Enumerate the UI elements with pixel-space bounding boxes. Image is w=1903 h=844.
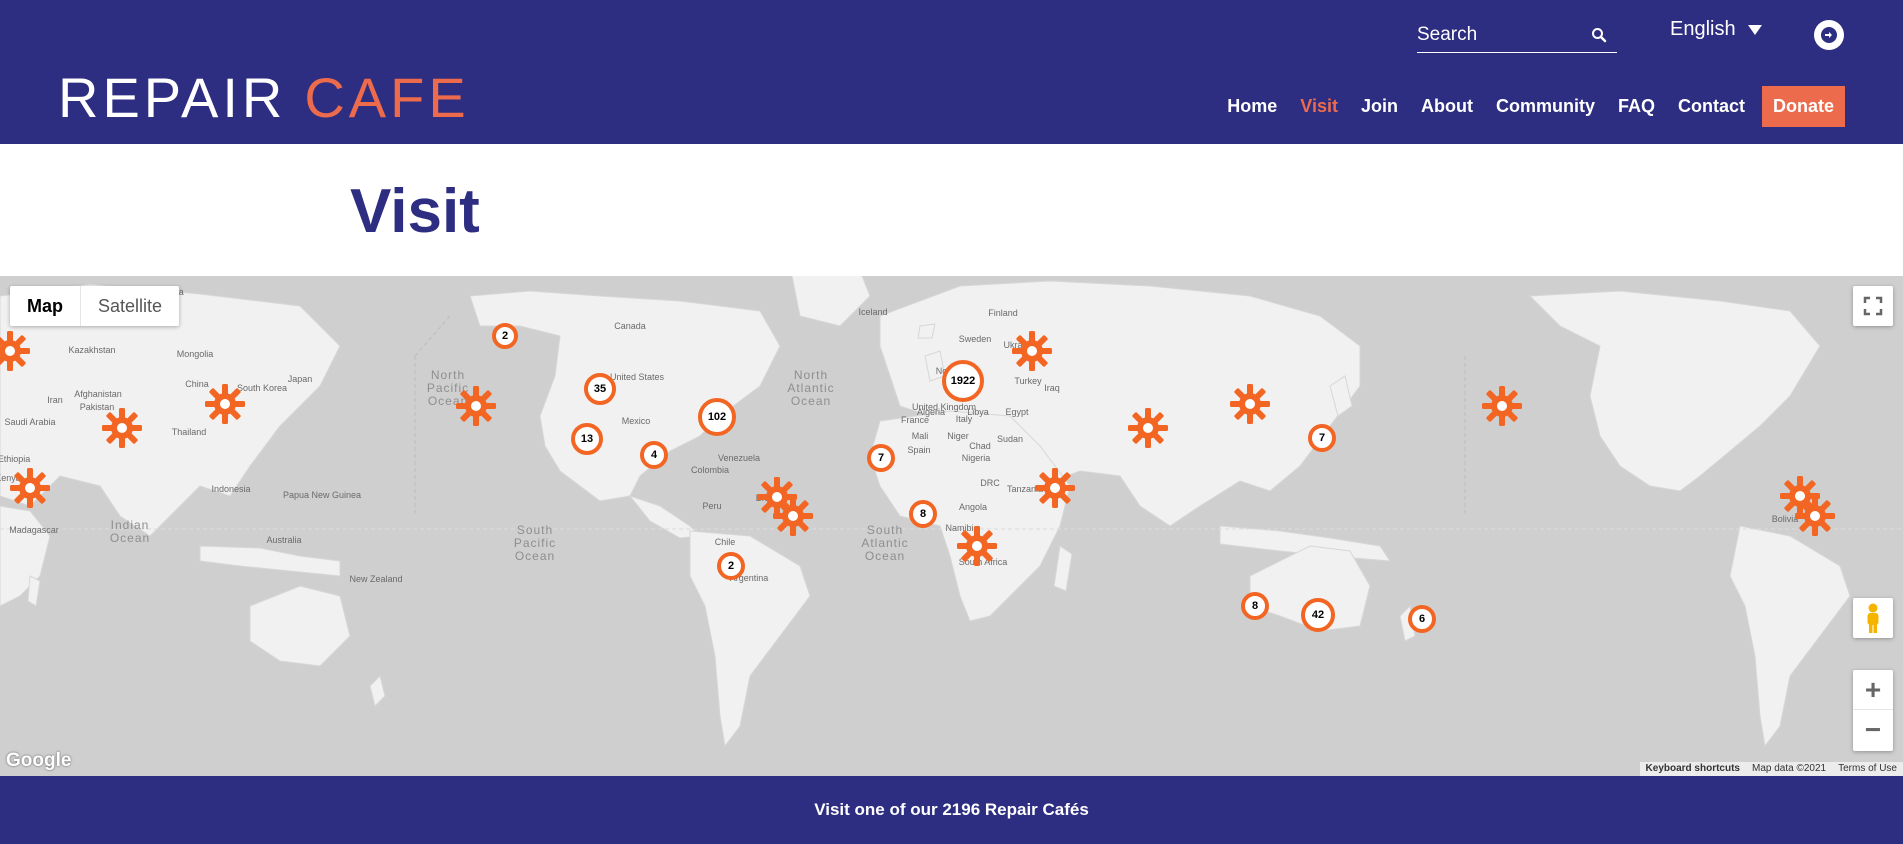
nav-home[interactable]: Home <box>1227 96 1277 117</box>
nav-about[interactable]: About <box>1421 96 1473 117</box>
repair-cafe-marker-icon[interactable] <box>1010 329 1054 373</box>
nav-contact[interactable]: Contact <box>1678 96 1745 117</box>
repair-cafe-marker-icon[interactable] <box>1033 466 1077 510</box>
repair-cafe-marker-icon[interactable] <box>0 329 32 373</box>
pegman-icon <box>1867 603 1879 633</box>
donate-button[interactable]: Donate <box>1761 86 1845 127</box>
search-icon[interactable] <box>1591 27 1607 43</box>
repair-cafe-marker-icon[interactable] <box>1126 406 1170 450</box>
cluster-marker[interactable]: 7 <box>1308 424 1336 452</box>
repair-cafe-map[interactable]: RussiaKazakhstanMongoliaChinaSouth Korea… <box>0 276 1903 776</box>
page-title: Visit <box>350 177 480 246</box>
map-type-control: Map Satellite <box>10 286 180 326</box>
login-button[interactable] <box>1814 20 1844 50</box>
site-header: REPAIRCAFE English Home Visit Join About… <box>0 0 1903 144</box>
cluster-marker[interactable]: 6 <box>1408 605 1436 633</box>
map-attribution: Keyboard shortcuts Map data ©2021 Terms … <box>1639 762 1903 776</box>
repair-cafe-logo[interactable]: REPAIR CAFE <box>58 70 470 126</box>
fullscreen-button[interactable] <box>1853 286 1893 326</box>
zoom-control: + − <box>1853 670 1893 751</box>
logo-word-repair: REPAIR <box>58 66 287 129</box>
cluster-marker[interactable]: 13 <box>571 423 603 455</box>
keyboard-shortcuts-link[interactable]: Keyboard shortcuts <box>1640 762 1746 776</box>
language-selector[interactable]: English <box>1670 18 1762 41</box>
cluster-marker[interactable]: 35 <box>584 373 616 405</box>
sign-in-icon <box>1821 27 1837 43</box>
map-type-map-button[interactable]: Map <box>10 286 81 326</box>
cluster-marker[interactable]: 7 <box>867 444 895 472</box>
search-box <box>1417 20 1617 53</box>
fullscreen-icon <box>1863 296 1883 316</box>
nav-visit[interactable]: Visit <box>1300 96 1338 117</box>
cluster-marker[interactable]: 2 <box>717 552 745 580</box>
terms-of-use-link[interactable]: Terms of Use <box>1832 762 1903 776</box>
repair-cafe-marker-icon[interactable] <box>100 406 144 450</box>
cluster-marker[interactable]: 8 <box>1241 592 1269 620</box>
world-map-background <box>0 276 1903 748</box>
repair-cafe-marker-icon[interactable] <box>955 524 999 568</box>
map-data-credit: Map data ©2021 <box>1752 763 1827 774</box>
nav-faq[interactable]: FAQ <box>1618 96 1655 117</box>
search-input[interactable] <box>1417 20 1577 50</box>
google-logo[interactable]: Google <box>6 750 71 772</box>
zoom-out-button[interactable]: − <box>1853 710 1893 750</box>
cluster-marker[interactable]: 42 <box>1301 598 1335 632</box>
footer-text: Visit one of our 2196 Repair Cafés <box>814 800 1089 819</box>
caret-down-icon <box>1747 24 1762 35</box>
repair-cafe-marker-icon[interactable] <box>1793 494 1837 538</box>
language-label: English <box>1670 18 1736 40</box>
repair-cafe-marker-icon[interactable] <box>771 494 815 538</box>
nav-join[interactable]: Join <box>1361 96 1398 117</box>
repair-cafe-marker-icon[interactable] <box>8 466 52 510</box>
repair-cafe-marker-icon[interactable] <box>203 382 247 426</box>
street-view-pegman-button[interactable] <box>1853 598 1893 638</box>
cluster-marker[interactable]: 1922 <box>942 360 984 402</box>
cluster-marker[interactable]: 2 <box>492 323 518 349</box>
nav-community[interactable]: Community <box>1496 96 1595 117</box>
repair-cafe-marker-icon[interactable] <box>1480 384 1524 428</box>
main-nav: Home Visit Join About Community FAQ Cont… <box>1204 86 1845 127</box>
cluster-marker[interactable]: 8 <box>909 500 937 528</box>
repair-cafe-marker-icon[interactable] <box>1228 382 1272 426</box>
cluster-marker[interactable]: 4 <box>640 441 668 469</box>
map-type-satellite-button[interactable]: Satellite <box>81 286 179 326</box>
cluster-marker[interactable]: 102 <box>698 398 736 436</box>
site-footer: Visit one of our 2196 Repair Cafés <box>0 776 1903 844</box>
logo-word-cafe: CAFE <box>304 66 470 129</box>
zoom-in-button[interactable]: + <box>1853 670 1893 710</box>
repair-cafe-marker-icon[interactable] <box>454 384 498 428</box>
